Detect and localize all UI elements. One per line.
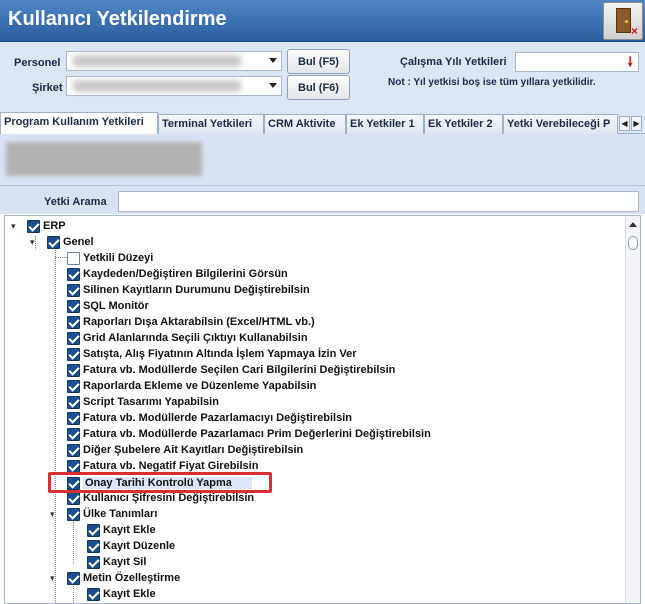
year-input[interactable]: 🠗 — [515, 52, 639, 72]
tab-scroll-right-icon[interactable]: ▶ — [631, 116, 642, 131]
red-down-arrow-icon[interactable]: 🠗 — [627, 55, 633, 68]
tab-ek-yetkiler-2[interactable]: Ek Yetkiler 2 — [424, 114, 503, 134]
checkbox[interactable] — [87, 588, 100, 601]
checkbox[interactable] — [67, 444, 80, 457]
sirket-label: Şirket — [32, 82, 63, 94]
close-x-icon: × — [630, 24, 638, 38]
checkbox[interactable] — [67, 428, 80, 441]
personel-value-redacted — [73, 55, 241, 67]
checkbox[interactable] — [67, 412, 80, 425]
checkbox[interactable] — [47, 236, 60, 249]
checkbox[interactable] — [67, 316, 80, 329]
checkbox[interactable] — [67, 252, 80, 265]
personel-label: Personel — [14, 57, 61, 69]
checkbox[interactable] — [67, 396, 80, 409]
year-label: Çalışma Yılı Yetkileri — [400, 56, 507, 68]
tab-ek-yetkiler-1[interactable]: Ek Yetkiler 1 — [346, 114, 424, 134]
checkbox[interactable] — [67, 332, 80, 345]
redacted-info — [6, 142, 202, 176]
sirket-value-redacted — [73, 80, 241, 92]
door-exit-icon — [616, 8, 631, 33]
bul-f6-button[interactable]: Bul (F6) — [287, 75, 350, 100]
tab-yetki-verebilecegi[interactable]: Yetki Verebileceği P — [503, 114, 618, 134]
checkbox[interactable] — [87, 540, 100, 553]
checkbox[interactable] — [67, 348, 80, 361]
chevron-down-icon[interactable] — [269, 58, 277, 63]
chevron-down-icon[interactable] — [269, 83, 277, 88]
search-panel: Yetki Arama — [0, 186, 645, 214]
year-note: Not : Yıl yetkisi boş ise tüm yıllara ye… — [388, 77, 596, 88]
chevron-down-icon[interactable]: ▾ — [50, 509, 60, 519]
checkbox[interactable] — [67, 492, 80, 505]
personel-combo[interactable] — [66, 51, 282, 71]
checkbox[interactable] — [67, 364, 80, 377]
checkbox[interactable] — [67, 284, 80, 297]
tab-crm-aktivite[interactable]: CRM Aktivite — [264, 114, 346, 134]
scroll-thumb[interactable] — [628, 236, 638, 250]
title-bar: Kullanıcı Yetkilendirme × — [0, 0, 645, 42]
tab-program-kullanim[interactable]: Program Kullanım Yetkileri — [0, 112, 158, 135]
chevron-down-icon[interactable]: ▾ — [11, 221, 21, 231]
tab-strip: Program Kullanım Yetkileri Terminal Yetk… — [0, 112, 645, 135]
exit-button[interactable]: × — [603, 2, 643, 40]
tab-terminal[interactable]: Terminal Yetkileri — [158, 114, 264, 134]
chevron-down-icon[interactable]: ▾ — [50, 573, 60, 583]
window-title: Kullanıcı Yetkilendirme — [8, 8, 227, 30]
checkbox[interactable] — [67, 268, 80, 281]
checkbox[interactable] — [67, 508, 80, 521]
checkbox[interactable] — [67, 380, 80, 393]
checkbox[interactable] — [67, 300, 80, 313]
search-label: Yetki Arama — [44, 196, 107, 208]
checkbox[interactable] — [87, 524, 100, 537]
tab-scroll-left-icon[interactable]: ◀ — [619, 116, 630, 131]
checkbox[interactable] — [27, 220, 40, 233]
bul-f5-button[interactable]: Bul (F5) — [287, 49, 350, 74]
scroll-up-icon[interactable] — [629, 222, 637, 227]
tree-scrollbar[interactable] — [625, 216, 640, 603]
sirket-combo[interactable] — [66, 76, 282, 96]
highlight-annotation-box — [48, 472, 272, 493]
info-panel — [0, 134, 645, 186]
permission-tree: ▾ ERP ▾ Genel Yetkili Düzeyi Kaydeden/De… — [4, 215, 641, 604]
checkbox[interactable] — [67, 572, 80, 585]
chevron-down-icon[interactable]: ▾ — [30, 237, 40, 247]
search-input[interactable] — [118, 191, 639, 212]
checkbox[interactable] — [87, 556, 100, 569]
